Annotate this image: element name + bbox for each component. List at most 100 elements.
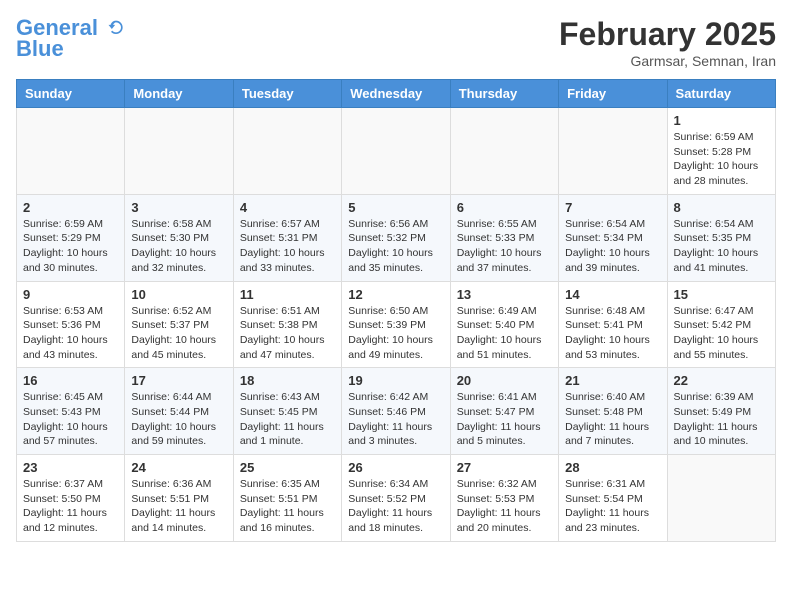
calendar-week-row: 16 Sunrise: 6:45 AM Sunset: 5:43 PM Dayli… (17, 368, 776, 455)
day-info: Sunrise: 6:50 AM Sunset: 5:39 PM Dayligh… (348, 304, 443, 363)
calendar-cell: 7 Sunrise: 6:54 AM Sunset: 5:34 PM Daylig… (559, 194, 667, 281)
weekday-header: Saturday (667, 80, 775, 108)
weekday-header: Tuesday (233, 80, 341, 108)
calendar-cell: 11 Sunrise: 6:51 AM Sunset: 5:38 PM Dayli… (233, 281, 341, 368)
month-title: February 2025 (559, 16, 776, 53)
day-number: 3 (131, 200, 226, 215)
calendar-week-row: 1 Sunrise: 6:59 AM Sunset: 5:28 PM Daylig… (17, 108, 776, 195)
calendar-week-row: 9 Sunrise: 6:53 AM Sunset: 5:36 PM Daylig… (17, 281, 776, 368)
day-info: Sunrise: 6:59 AM Sunset: 5:28 PM Dayligh… (674, 130, 769, 189)
calendar-cell: 8 Sunrise: 6:54 AM Sunset: 5:35 PM Daylig… (667, 194, 775, 281)
day-info: Sunrise: 6:41 AM Sunset: 5:47 PM Dayligh… (457, 390, 552, 449)
weekday-header: Thursday (450, 80, 558, 108)
calendar-header-row: SundayMondayTuesdayWednesdayThursdayFrid… (17, 80, 776, 108)
calendar-cell: 19 Sunrise: 6:42 AM Sunset: 5:46 PM Dayli… (342, 368, 450, 455)
calendar-cell: 24Sunrise: 6:36 AM Sunset: 5:51 PM Dayli… (125, 455, 233, 542)
calendar-cell: 25 Sunrise: 6:35 AM Sunset: 5:51 PM Dayli… (233, 455, 341, 542)
calendar-cell: 1 Sunrise: 6:59 AM Sunset: 5:28 PM Daylig… (667, 108, 775, 195)
day-info: Sunrise: 6:54 AM Sunset: 5:35 PM Dayligh… (674, 217, 769, 276)
day-number: 15 (674, 287, 769, 302)
weekday-header: Sunday (17, 80, 125, 108)
calendar-cell (559, 108, 667, 195)
day-number: 21 (565, 373, 660, 388)
day-info: Sunrise: 6:45 AM Sunset: 5:43 PM Dayligh… (23, 390, 118, 449)
calendar-cell: 26 Sunrise: 6:34 AM Sunset: 5:52 PM Dayli… (342, 455, 450, 542)
calendar-cell: 28Sunrise: 6:31 AM Sunset: 5:54 PM Dayli… (559, 455, 667, 542)
day-number: 7 (565, 200, 660, 215)
day-number: 4 (240, 200, 335, 215)
day-info: Sunrise: 6:51 AM Sunset: 5:38 PM Dayligh… (240, 304, 335, 363)
day-number: 17 (131, 373, 226, 388)
calendar-cell: 10Sunrise: 6:52 AM Sunset: 5:37 PM Dayli… (125, 281, 233, 368)
calendar-cell (17, 108, 125, 195)
calendar-cell (125, 108, 233, 195)
day-info: Sunrise: 6:35 AM Sunset: 5:51 PM Dayligh… (240, 477, 335, 536)
calendar-cell (667, 455, 775, 542)
day-info: Sunrise: 6:52 AM Sunset: 5:37 PM Dayligh… (131, 304, 226, 363)
calendar-cell (450, 108, 558, 195)
weekday-header: Monday (125, 80, 233, 108)
day-number: 1 (674, 113, 769, 128)
day-number: 14 (565, 287, 660, 302)
day-number: 26 (348, 460, 443, 475)
day-info: Sunrise: 6:44 AM Sunset: 5:44 PM Dayligh… (131, 390, 226, 449)
day-number: 6 (457, 200, 552, 215)
weekday-header: Friday (559, 80, 667, 108)
calendar-table: SundayMondayTuesdayWednesdayThursdayFrid… (16, 79, 776, 542)
day-info: Sunrise: 6:48 AM Sunset: 5:41 PM Dayligh… (565, 304, 660, 363)
title-block: February 2025 Garmsar, Semnan, Iran (559, 16, 776, 69)
calendar-cell (342, 108, 450, 195)
day-number: 19 (348, 373, 443, 388)
day-info: Sunrise: 6:53 AM Sunset: 5:36 PM Dayligh… (23, 304, 118, 363)
day-info: Sunrise: 6:34 AM Sunset: 5:52 PM Dayligh… (348, 477, 443, 536)
day-number: 18 (240, 373, 335, 388)
day-info: Sunrise: 6:55 AM Sunset: 5:33 PM Dayligh… (457, 217, 552, 276)
day-info: Sunrise: 6:57 AM Sunset: 5:31 PM Dayligh… (240, 217, 335, 276)
calendar-cell: 13Sunrise: 6:49 AM Sunset: 5:40 PM Dayli… (450, 281, 558, 368)
day-number: 9 (23, 287, 118, 302)
calendar-cell: 6 Sunrise: 6:55 AM Sunset: 5:33 PM Daylig… (450, 194, 558, 281)
day-number: 25 (240, 460, 335, 475)
day-info: Sunrise: 6:36 AM Sunset: 5:51 PM Dayligh… (131, 477, 226, 536)
calendar-cell: 17 Sunrise: 6:44 AM Sunset: 5:44 PM Dayli… (125, 368, 233, 455)
page-header: General Blue February 2025 Garmsar, Semn… (16, 16, 776, 69)
calendar-cell (233, 108, 341, 195)
calendar-cell: 14 Sunrise: 6:48 AM Sunset: 5:41 PM Dayli… (559, 281, 667, 368)
day-number: 23 (23, 460, 118, 475)
calendar-week-row: 2 Sunrise: 6:59 AM Sunset: 5:29 PM Daylig… (17, 194, 776, 281)
day-number: 8 (674, 200, 769, 215)
day-number: 12 (348, 287, 443, 302)
calendar-cell: 16 Sunrise: 6:45 AM Sunset: 5:43 PM Dayli… (17, 368, 125, 455)
day-info: Sunrise: 6:31 AM Sunset: 5:54 PM Dayligh… (565, 477, 660, 536)
calendar-week-row: 23 Sunrise: 6:37 AM Sunset: 5:50 PM Dayli… (17, 455, 776, 542)
calendar-cell: 12 Sunrise: 6:50 AM Sunset: 5:39 PM Dayli… (342, 281, 450, 368)
logo: General Blue (16, 16, 126, 62)
day-info: Sunrise: 6:59 AM Sunset: 5:29 PM Dayligh… (23, 217, 118, 276)
day-info: Sunrise: 6:40 AM Sunset: 5:48 PM Dayligh… (565, 390, 660, 449)
location-subtitle: Garmsar, Semnan, Iran (559, 53, 776, 69)
day-info: Sunrise: 6:39 AM Sunset: 5:49 PM Dayligh… (674, 390, 769, 449)
calendar-cell: 22Sunrise: 6:39 AM Sunset: 5:49 PM Dayli… (667, 368, 775, 455)
calendar-cell: 5Sunrise: 6:56 AM Sunset: 5:32 PM Daylig… (342, 194, 450, 281)
calendar-cell: 20 Sunrise: 6:41 AM Sunset: 5:47 PM Dayli… (450, 368, 558, 455)
day-info: Sunrise: 6:56 AM Sunset: 5:32 PM Dayligh… (348, 217, 443, 276)
calendar-cell: 9 Sunrise: 6:53 AM Sunset: 5:36 PM Daylig… (17, 281, 125, 368)
day-number: 2 (23, 200, 118, 215)
day-number: 20 (457, 373, 552, 388)
day-info: Sunrise: 6:58 AM Sunset: 5:30 PM Dayligh… (131, 217, 226, 276)
day-info: Sunrise: 6:47 AM Sunset: 5:42 PM Dayligh… (674, 304, 769, 363)
calendar-cell: 3 Sunrise: 6:58 AM Sunset: 5:30 PM Daylig… (125, 194, 233, 281)
day-info: Sunrise: 6:32 AM Sunset: 5:53 PM Dayligh… (457, 477, 552, 536)
calendar-cell: 23 Sunrise: 6:37 AM Sunset: 5:50 PM Dayli… (17, 455, 125, 542)
day-info: Sunrise: 6:54 AM Sunset: 5:34 PM Dayligh… (565, 217, 660, 276)
day-info: Sunrise: 6:49 AM Sunset: 5:40 PM Dayligh… (457, 304, 552, 363)
calendar-cell: 2 Sunrise: 6:59 AM Sunset: 5:29 PM Daylig… (17, 194, 125, 281)
day-number: 11 (240, 287, 335, 302)
calendar-cell: 4 Sunrise: 6:57 AM Sunset: 5:31 PM Daylig… (233, 194, 341, 281)
day-info: Sunrise: 6:43 AM Sunset: 5:45 PM Dayligh… (240, 390, 335, 449)
calendar-cell: 21 Sunrise: 6:40 AM Sunset: 5:48 PM Dayli… (559, 368, 667, 455)
day-number: 27 (457, 460, 552, 475)
day-info: Sunrise: 6:37 AM Sunset: 5:50 PM Dayligh… (23, 477, 118, 536)
day-number: 16 (23, 373, 118, 388)
day-info: Sunrise: 6:42 AM Sunset: 5:46 PM Dayligh… (348, 390, 443, 449)
